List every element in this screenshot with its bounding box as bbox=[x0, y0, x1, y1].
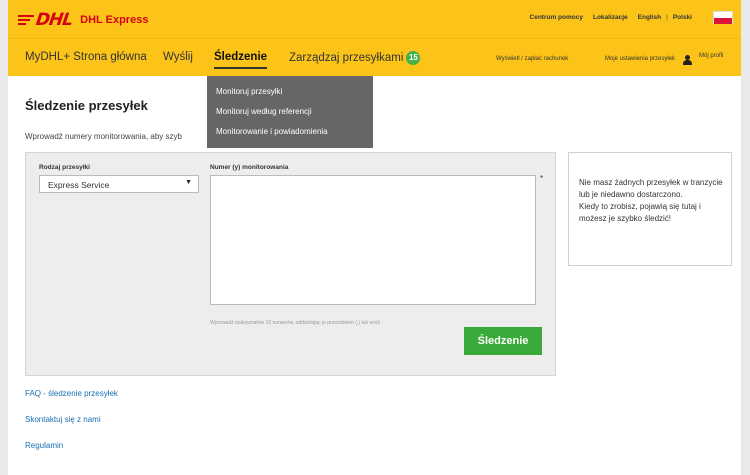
nav-profile[interactable]: Mój profil bbox=[699, 53, 723, 59]
no-shipments-note: Nie masz żadnych przesyłek w tranzycie l… bbox=[568, 152, 732, 266]
required-marker: * bbox=[540, 174, 544, 183]
contact-link[interactable]: Skontaktuj się z nami bbox=[25, 415, 118, 424]
tracking-hint: Wprowadź maksymalnie 10 numerów, oddziel… bbox=[210, 320, 381, 326]
poland-flag-icon[interactable] bbox=[713, 11, 733, 24]
logo-wordmark: DHL bbox=[34, 10, 74, 30]
menu-item-tracking-notifications[interactable]: Monitorowanie i powiadomienia bbox=[207, 122, 373, 142]
track-button[interactable]: Śledzenie bbox=[464, 327, 542, 355]
top-links: Centrum pomocy Lokalizacje English | Pol… bbox=[525, 14, 697, 21]
note-line-1: Nie masz żadnych przesyłek w tranzycie l… bbox=[579, 178, 723, 199]
footer-links: FAQ - śledzenie przesyłek Skontaktuj się… bbox=[25, 389, 118, 467]
nav-send[interactable]: Wyślij bbox=[163, 51, 193, 63]
nav-home[interactable]: MyDHL+ Strona główna bbox=[25, 51, 147, 63]
profile-icon[interactable] bbox=[683, 55, 692, 65]
nav-tracking[interactable]: Śledzenie bbox=[214, 51, 268, 69]
faq-link[interactable]: FAQ - śledzenie przesyłek bbox=[25, 389, 118, 398]
shipments-count-badge: 15 bbox=[406, 51, 421, 65]
tracking-form-panel: Rodzaj przesyłki Express Service ▼ Numer… bbox=[25, 152, 556, 376]
nav-settings[interactable]: Moje ustawienia przesyłek bbox=[605, 56, 675, 62]
page: DHL DHL Express Centrum pomocy Lokalizac… bbox=[8, 0, 741, 475]
tracking-number-input[interactable] bbox=[210, 175, 536, 305]
top-bar: DHL DHL Express Centrum pomocy Lokalizac… bbox=[8, 0, 741, 38]
dhl-logo[interactable]: DHL DHL Express bbox=[18, 10, 148, 30]
tracking-dropdown-menu: Monitoruj przesyłki Monitoruj według ref… bbox=[207, 76, 373, 148]
menu-item-track-shipments[interactable]: Monitoruj przesyłki bbox=[207, 82, 373, 102]
help-center-link[interactable]: Centrum pomocy bbox=[525, 14, 588, 21]
logo-stripes bbox=[18, 15, 34, 25]
brand-label: DHL Express bbox=[80, 14, 149, 26]
nav-bill[interactable]: Wyświetl / zapłać rachunek bbox=[496, 56, 568, 62]
locations-link[interactable]: Lokalizacje bbox=[588, 14, 633, 21]
polish-link[interactable]: Polski bbox=[668, 14, 697, 21]
page-subtitle: Wprowadź numery monitorowania, aby szyb bbox=[25, 132, 182, 141]
nav-manage[interactable]: Zarządzaj przesyłkami 15 bbox=[289, 51, 421, 65]
nav-manage-label: Zarządzaj przesyłkami bbox=[289, 52, 404, 64]
note-line-2: Kiedy to zrobisz, pojawią się tutaj i mo… bbox=[579, 202, 701, 223]
shipment-type-select[interactable]: Express Service ▼ bbox=[39, 175, 199, 193]
page-title: Śledzenie przesyłek bbox=[25, 98, 148, 113]
terms-link[interactable]: Regulamin bbox=[25, 441, 118, 450]
menu-item-track-by-reference[interactable]: Monitoruj według referencji bbox=[207, 102, 373, 122]
shipment-type-label: Rodzaj przesyłki bbox=[39, 164, 90, 171]
english-link[interactable]: English bbox=[633, 14, 666, 21]
caret-down-icon: ▼ bbox=[185, 179, 192, 186]
main-nav: MyDHL+ Strona główna Wyślij Śledzenie Za… bbox=[8, 38, 741, 76]
shipment-type-value: Express Service bbox=[48, 180, 110, 190]
tracking-number-label: Numer (y) monitorowania bbox=[210, 164, 289, 171]
